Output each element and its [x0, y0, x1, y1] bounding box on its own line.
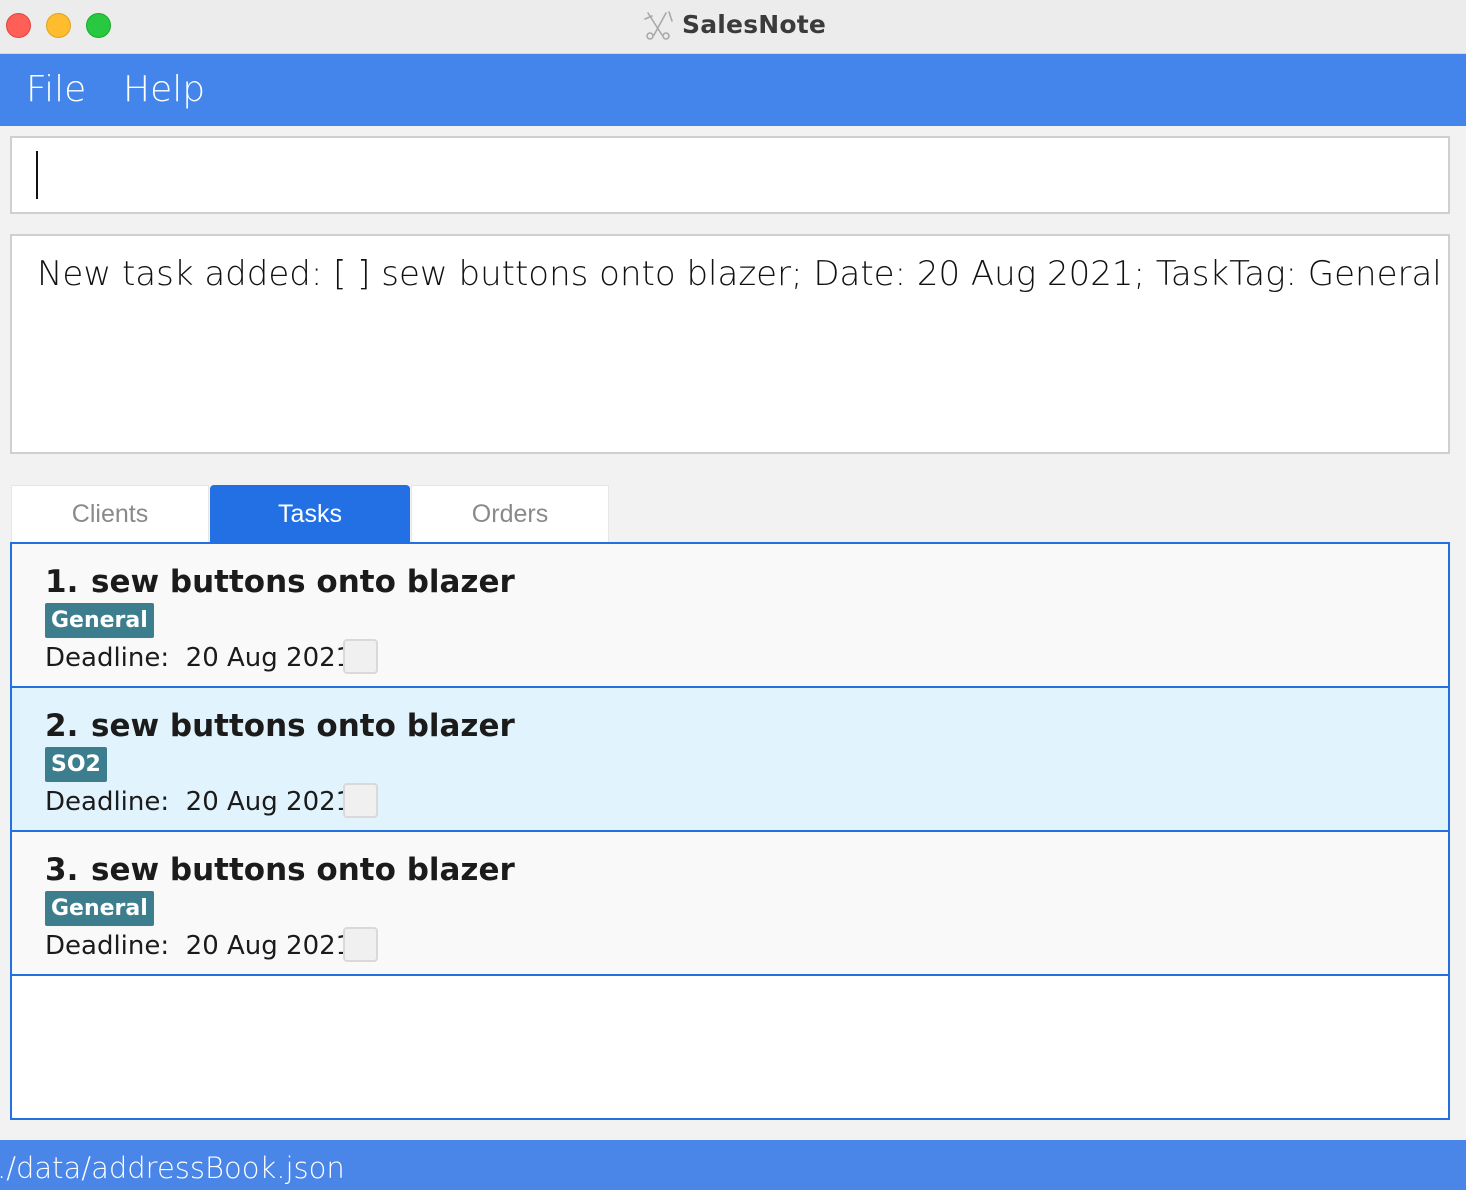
tab-clients[interactable]: Clients [11, 485, 209, 543]
status-bar: ./data/addressBook.json [0, 1140, 1466, 1190]
deadline-date: 20 Aug 2021 [185, 643, 353, 673]
task-title: 3. sew buttons onto blazer [45, 852, 515, 888]
task-name: sew buttons onto blazer [91, 564, 515, 600]
deadline-label: Deadline: [45, 787, 170, 817]
menu-file[interactable]: File [26, 69, 86, 110]
tab-tasks[interactable]: Tasks [210, 485, 410, 543]
menu-bar: File Help [0, 54, 1466, 126]
text-caret [36, 151, 38, 199]
minimize-window-button[interactable] [46, 13, 71, 38]
title-bar: SalesNote [0, 0, 1466, 54]
deadline-date: 20 Aug 2021 [185, 787, 353, 817]
task-index: 1. [45, 564, 79, 600]
task-name: sew buttons onto blazer [91, 708, 515, 744]
task-done-checkbox[interactable] [343, 783, 378, 818]
deadline-date: 20 Aug 2021 [185, 931, 353, 961]
task-index: 2. [45, 708, 79, 744]
task-index: 3. [45, 852, 79, 888]
task-tag-badge: SO2 [45, 747, 107, 782]
task-done-checkbox[interactable] [343, 927, 378, 962]
task-deadline: Deadline: 20 Aug 2021 [45, 643, 352, 673]
task-list[interactable]: 1. sew buttons onto blazer General Deadli… [10, 542, 1450, 1120]
scissors-needle-icon [644, 11, 673, 40]
maximize-window-button[interactable] [86, 13, 111, 38]
menu-help[interactable]: Help [123, 69, 205, 110]
task-tag-badge: General [45, 891, 154, 926]
list-item[interactable]: 2. sew buttons onto blazer SO2 Deadline: … [12, 688, 1448, 832]
task-deadline: Deadline: 20 Aug 2021 [45, 787, 352, 817]
task-tag-badge: General [45, 603, 154, 638]
command-input[interactable] [10, 136, 1450, 214]
task-name: sew buttons onto blazer [91, 852, 515, 888]
list-item[interactable]: 3. sew buttons onto blazer General Deadli… [12, 832, 1448, 976]
list-item[interactable]: 1. sew buttons onto blazer General Deadli… [12, 544, 1448, 688]
result-display: New task added: [ ] sew buttons onto bla… [10, 234, 1450, 454]
deadline-label: Deadline: [45, 931, 170, 961]
close-window-button[interactable] [6, 13, 31, 38]
result-message: New task added: [ ] sew buttons onto bla… [37, 254, 1442, 294]
task-deadline: Deadline: 20 Aug 2021 [45, 931, 352, 961]
tab-orders[interactable]: Orders [411, 485, 609, 543]
task-done-checkbox[interactable] [343, 639, 378, 674]
task-title: 1. sew buttons onto blazer [45, 564, 515, 600]
save-file-path: ./data/addressBook.json [0, 1151, 345, 1185]
task-title: 2. sew buttons onto blazer [45, 708, 515, 744]
window-title: SalesNote [682, 10, 827, 39]
deadline-label: Deadline: [45, 643, 170, 673]
